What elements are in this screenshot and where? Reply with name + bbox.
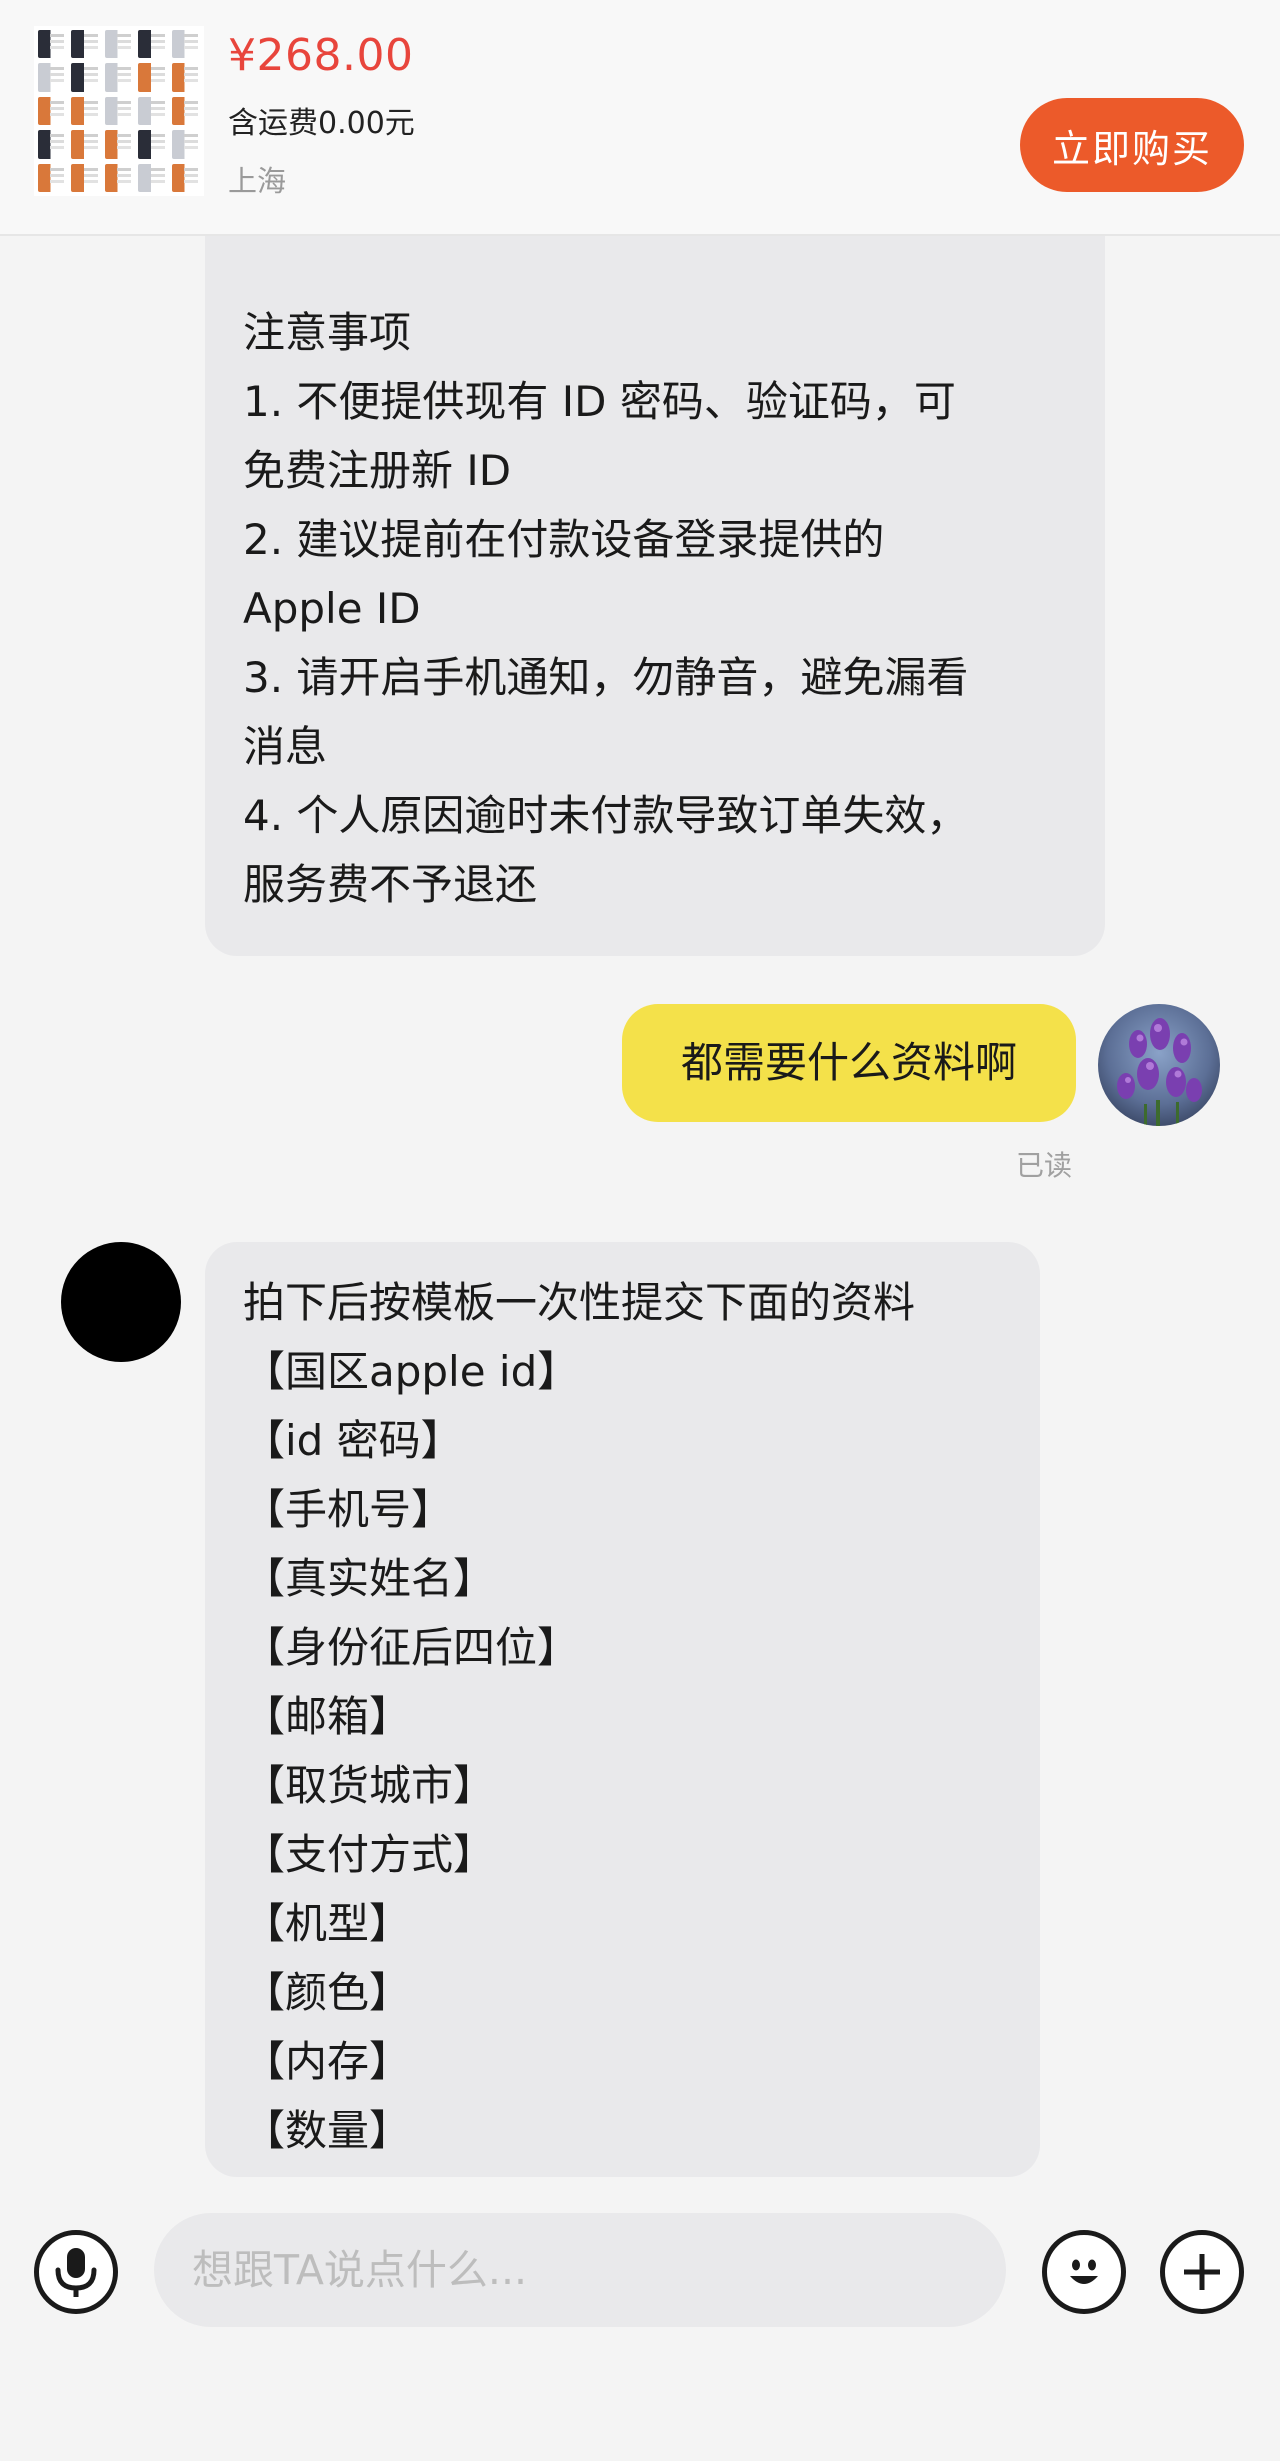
- message-line: 【身份征后四位】: [243, 1623, 580, 1672]
- lavender-avatar-image: [1098, 1004, 1220, 1126]
- thumb-cell: [171, 163, 200, 192]
- thumb-cell: [38, 163, 67, 192]
- microphone-icon: [55, 2248, 97, 2297]
- thumb-cell: [138, 63, 167, 92]
- read-status: 已读: [1016, 1149, 1073, 1182]
- seller-message-bubble: 拍下后按模板一次性提交下面的资料 【国区apple id】 【id 密码】 【手…: [205, 1242, 1040, 2177]
- thumb-cell: [171, 63, 200, 92]
- message-line: 【真实姓名】: [243, 1554, 496, 1603]
- message-line: 【机型】: [243, 1899, 412, 1948]
- thumb-cell: [138, 163, 167, 192]
- message-line: 【数量】: [243, 2106, 412, 2155]
- message-line: 消息: [243, 722, 328, 771]
- thumb-cell: [138, 96, 167, 126]
- message-line: 【国区apple id】: [243, 1347, 580, 1396]
- thumb-cell: [71, 96, 100, 126]
- thumb-cell: [171, 96, 200, 126]
- plus-button[interactable]: [1160, 2230, 1244, 2314]
- thumb-cell: [71, 163, 100, 192]
- seller-message-bubble: 注意事项 1. 不便提供现有 ID 密码、验证码，可 免费注册新 ID 2. 建…: [205, 236, 1105, 956]
- message-line: 【id 密码】: [243, 1416, 463, 1465]
- message-line: Apple ID: [243, 584, 421, 633]
- thumb-cell: [71, 63, 100, 92]
- message-line: 拍下后按模板一次性提交下面的资料: [243, 1278, 916, 1327]
- seller-avatar[interactable]: [61, 1242, 181, 1362]
- message-line: 【手机号】: [243, 1485, 454, 1534]
- message-line: 【内存】: [243, 2037, 412, 2086]
- product-shipping: 含运费0.00元: [228, 106, 415, 141]
- product-price: ¥268.00: [228, 30, 414, 81]
- message-line: 【取货城市】: [243, 1761, 496, 1810]
- voice-button[interactable]: [34, 2230, 118, 2314]
- thumb-cell: [104, 163, 134, 192]
- message-line: 免费注册新 ID: [243, 446, 512, 495]
- message-line: 3. 请开启手机通知，勿静音，避免漏看: [243, 653, 969, 702]
- thumb-cell: [71, 30, 100, 59]
- thumb-cell: [104, 96, 134, 126]
- my-message-bubble: 都需要什么资料啊: [622, 1004, 1076, 1122]
- thumb-cell: [171, 30, 200, 59]
- message-input[interactable]: [154, 2213, 1006, 2327]
- thumb-cell: [138, 130, 167, 159]
- thumb-cell: [104, 63, 134, 92]
- message-line: 注意事项: [243, 308, 412, 357]
- message-line: 【支付方式】: [243, 1830, 496, 1879]
- thumb-cell: [138, 30, 167, 59]
- thumb-cell: [104, 30, 134, 59]
- emoji-button[interactable]: [1042, 2230, 1126, 2314]
- message-line: 4. 个人原因逾时未付款导致订单失效，: [243, 791, 969, 840]
- my-message-text: 都需要什么资料啊: [680, 1038, 1017, 1087]
- thumb-cell: [38, 96, 67, 126]
- buy-now-button[interactable]: 立即购买: [1020, 98, 1244, 192]
- product-thumbnail[interactable]: [34, 26, 204, 196]
- product-header: ¥268.00 含运费0.00元 上海 立即购买: [0, 0, 1280, 236]
- thumb-cell: [171, 130, 200, 159]
- plus-icon: [1184, 2254, 1220, 2290]
- product-location: 上海: [228, 164, 287, 198]
- thumb-cell: [104, 130, 134, 159]
- thumb-cell: [38, 63, 67, 92]
- message-line: 1. 不便提供现有 ID 密码、验证码，可: [243, 377, 956, 426]
- my-avatar[interactable]: [1098, 1004, 1220, 1126]
- thumb-cell: [71, 130, 100, 159]
- message-line: 2. 建议提前在付款设备登录提供的: [243, 515, 885, 564]
- message-line: 服务费不予退还: [243, 860, 538, 909]
- thumb-cell: [38, 30, 67, 59]
- thumb-cell: [38, 130, 67, 159]
- emoji-icon: [1070, 2259, 1098, 2284]
- message-line: 【邮箱】: [243, 1692, 412, 1741]
- message-line: 【颜色】: [243, 1968, 412, 2017]
